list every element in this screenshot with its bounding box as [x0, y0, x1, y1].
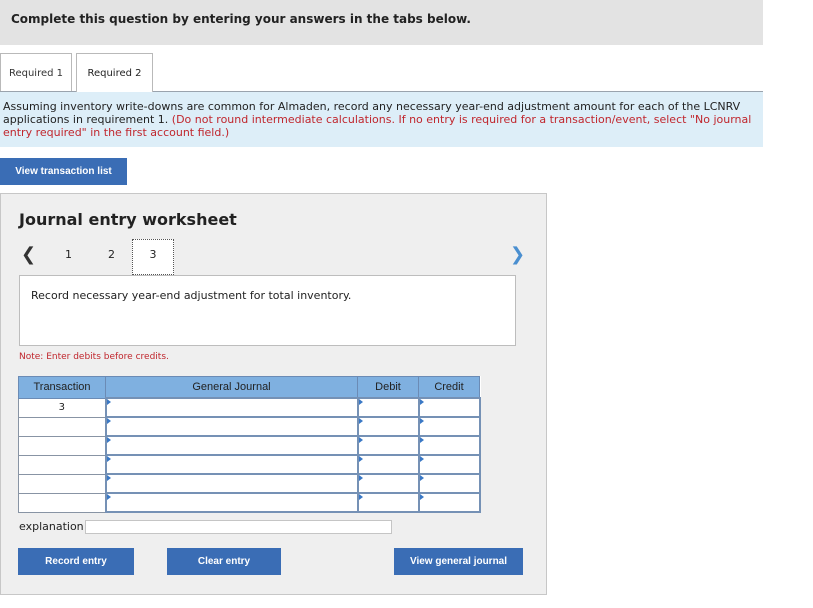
- chevron-left-icon[interactable]: ❮: [21, 244, 36, 265]
- explanation-label: explanation: [19, 520, 84, 533]
- account-select[interactable]: [104, 492, 359, 513]
- table-row: 3: [18, 397, 481, 418]
- tab-label: Required 1: [8, 68, 64, 79]
- table-row: [18, 492, 481, 513]
- explanation-input[interactable]: [85, 520, 392, 534]
- credit-input[interactable]: [417, 435, 481, 456]
- page-3-current[interactable]: 3: [132, 239, 174, 275]
- chevron-right-icon[interactable]: ❯: [510, 244, 525, 265]
- col-header-transaction: Transaction: [18, 376, 106, 399]
- debit-input[interactable]: [356, 492, 420, 513]
- transaction-cell: [18, 454, 106, 475]
- credit-input[interactable]: [417, 416, 481, 437]
- col-header-general-journal: General Journal: [105, 376, 358, 399]
- col-header-credit: Credit: [418, 376, 480, 399]
- view-transaction-list-button[interactable]: View transaction list: [0, 158, 127, 185]
- transaction-cell: [18, 492, 106, 513]
- account-select[interactable]: [104, 435, 359, 456]
- transaction-cell: 3: [18, 397, 106, 418]
- page-1-link[interactable]: 1: [65, 248, 72, 261]
- record-entry-button[interactable]: Record entry: [18, 548, 134, 575]
- table-row: [18, 416, 481, 437]
- entry-description-box: Record necessary year-end adjustment for…: [19, 275, 516, 346]
- account-select[interactable]: [104, 416, 359, 437]
- clear-entry-button[interactable]: Clear entry: [167, 548, 281, 575]
- account-select[interactable]: [104, 397, 359, 418]
- account-select[interactable]: [104, 454, 359, 475]
- credit-input[interactable]: [417, 454, 481, 475]
- table-row: [18, 454, 481, 475]
- header-instruction: Complete this question by entering your …: [11, 12, 471, 26]
- page-2-link[interactable]: 2: [108, 248, 115, 261]
- table-row: [18, 435, 481, 456]
- worksheet-title: Journal entry worksheet: [19, 210, 237, 229]
- table-row: [18, 473, 481, 494]
- entry-description: Record necessary year-end adjustment for…: [31, 289, 352, 302]
- question-header: Complete this question by entering your …: [0, 0, 763, 45]
- debit-input[interactable]: [356, 473, 420, 494]
- debit-input[interactable]: [356, 397, 420, 418]
- col-header-debit: Debit: [357, 376, 419, 399]
- credit-input[interactable]: [417, 492, 481, 513]
- tab-required-1[interactable]: Required 1: [0, 53, 72, 91]
- debit-input[interactable]: [356, 435, 420, 456]
- instructions-panel: Assuming inventory write-downs are commo…: [0, 92, 763, 147]
- debit-credit-note: Note: Enter debits before credits.: [19, 352, 169, 362]
- credit-input[interactable]: [417, 473, 481, 494]
- debit-input[interactable]: [356, 416, 420, 437]
- transaction-cell: [18, 473, 106, 494]
- tab-required-2[interactable]: Required 2: [76, 53, 153, 92]
- tab-label: Required 2: [87, 68, 142, 79]
- credit-input[interactable]: [417, 397, 481, 418]
- transaction-cell: [18, 416, 106, 437]
- debit-input[interactable]: [356, 454, 420, 475]
- transaction-cell: [18, 435, 106, 456]
- journal-table: Transaction General Journal Debit Credit…: [18, 376, 481, 513]
- view-general-journal-button[interactable]: View general journal: [394, 548, 523, 575]
- account-select[interactable]: [104, 473, 359, 494]
- journal-entry-worksheet: Journal entry worksheet ❮ 1 2 3 ❯ Record…: [0, 193, 547, 595]
